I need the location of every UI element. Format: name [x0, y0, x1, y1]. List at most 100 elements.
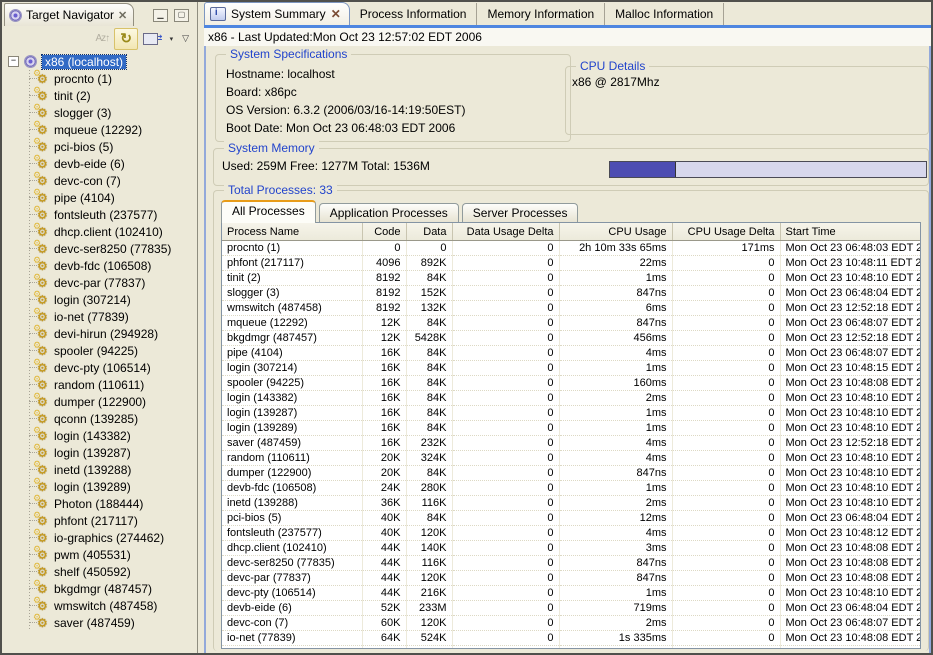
table-row[interactable]: wmswitch (487458) 8192 132K 0 6ms 0 Mon … [222, 301, 921, 316]
col-data-usage-delta[interactable]: Data Usage Delta [452, 223, 559, 241]
tree-item[interactable]: dhcp.client (102410) [20, 223, 197, 240]
cell-cpu-usage-delta: 0 [672, 376, 780, 391]
maximize-icon[interactable]: ▢ [174, 9, 189, 22]
table-row[interactable]: bkgdmgr (487457) 12K 5428K 0 456ms 0 Mon… [222, 331, 921, 346]
tree-item[interactable]: devc-con (7) [20, 172, 197, 189]
col-code[interactable]: Code [362, 223, 406, 241]
tree-item[interactable]: pipe (4104) [20, 189, 197, 206]
table-row[interactable]: dhcp.client (102410) 44K 140K 0 3ms 0 Mo… [222, 541, 921, 556]
tree-item[interactable]: slogger (3) [20, 104, 197, 121]
table-row[interactable]: devc-ser8250 (77835) 44K 116K 0 847ns 0 … [222, 556, 921, 571]
close-tab-icon[interactable]: ✕ [331, 7, 341, 21]
table-row[interactable]: dumper (122900) 20K 84K 0 847ns 0 Mon Oc… [222, 466, 921, 481]
tree-item[interactable]: spooler (94225) [20, 342, 197, 359]
table-row[interactable]: login (139289) 16K 84K 0 1ms 0 Mon Oct 2… [222, 421, 921, 436]
close-view-icon[interactable]: ✕ [118, 9, 127, 22]
table-row[interactable]: phfont (217117) 4096 892K 0 22ms 0 Mon O… [222, 256, 921, 271]
table-row[interactable]: procnto (1) 0 0 0 2h 10m 33s 65ms 171ms … [222, 241, 921, 256]
view-menu-icon[interactable]: ▽ [182, 33, 189, 44]
table-row[interactable]: devb-eide (6) 52K 233M 0 719ms 0 Mon Oct… [222, 601, 921, 616]
target-navigator-tab[interactable]: Target Navigator ✕ [4, 3, 134, 26]
table-row[interactable]: login (307214) 16K 84K 0 1ms 0 Mon Oct 2… [222, 361, 921, 376]
col-process-name[interactable]: Process Name [222, 223, 362, 241]
table-row[interactable]: pipe (4104) 16K 84K 0 4ms 0 Mon Oct 23 0… [222, 346, 921, 361]
table-row[interactable]: devc-pty (106514) 44K 216K 0 1ms 0 Mon O… [222, 586, 921, 601]
table-row[interactable]: inetd (139288) 36K 116K 0 2ms 0 Mon Oct … [222, 496, 921, 511]
tree-item[interactable]: saver (487459) [20, 614, 197, 631]
tree-item-label: io-graphics (274462) [54, 531, 164, 545]
table-row[interactable]: fontsleuth (237577) 40K 120K 0 4ms 0 Mon… [222, 526, 921, 541]
tab-process-information[interactable]: Process Information [350, 3, 478, 25]
tree-item[interactable]: pci-bios (5) [20, 138, 197, 155]
tree-item[interactable]: random (110611) [20, 376, 197, 393]
tree-item[interactable]: mqueue (12292) [20, 121, 197, 138]
tree-item[interactable]: wmswitch (487458) [20, 597, 197, 614]
tree-item[interactable]: login (307214) [20, 291, 197, 308]
tree-item[interactable]: devb-eide (6) [20, 155, 197, 172]
tree-item[interactable]: dumper (122900) [20, 393, 197, 410]
table-row[interactable]: login (143382) 16K 84K 0 2ms 0 Mon Oct 2… [222, 391, 921, 406]
table-row[interactable]: spooler (94225) 16K 84K 0 160ms 0 Mon Oc… [222, 376, 921, 391]
tree-item[interactable]: io-net (77839) [20, 308, 197, 325]
tree-item[interactable]: login (139287) [20, 444, 197, 461]
tree-item[interactable]: pwm (405531) [20, 546, 197, 563]
table-row[interactable]: devb-fdc (106508) 24K 280K 0 1ms 0 Mon O… [222, 481, 921, 496]
col-start-time[interactable]: Start Time [780, 223, 921, 241]
tree-item[interactable]: qconn (139285) [20, 410, 197, 427]
table-row[interactable]: Photon (188444) 68K 116K 0 11ms 0 Mon Oc… [222, 646, 921, 650]
tree-item[interactable]: devc-par (77837) [20, 274, 197, 291]
connect-target-dropdown-icon[interactable]: ▾ [170, 35, 174, 43]
col-cpu-usage[interactable]: CPU Usage [559, 223, 672, 241]
collapse-icon[interactable]: − [8, 56, 19, 67]
tree-item[interactable]: Photon (188444) [20, 495, 197, 512]
tab-memory-information[interactable]: Memory Information [477, 3, 605, 25]
table-row[interactable]: saver (487459) 16K 232K 0 4ms 0 Mon Oct … [222, 436, 921, 451]
cell-data: 120K [406, 571, 452, 586]
table-row[interactable]: tinit (2) 8192 84K 0 1ms 0 Mon Oct 23 10… [222, 271, 921, 286]
tree-item[interactable]: fontsleuth (237577) [20, 206, 197, 223]
cell-cpu-usage: 4ms [559, 436, 672, 451]
cell-cpu-usage-delta: 0 [672, 616, 780, 631]
tree-item[interactable]: tinit (2) [20, 87, 197, 104]
table-row[interactable]: devc-par (77837) 44K 120K 0 847ns 0 Mon … [222, 571, 921, 586]
memory-usage-bar [609, 161, 927, 178]
tree-item[interactable]: devi-hirun (294928) [20, 325, 197, 342]
table-row[interactable]: io-net (77839) 64K 524K 0 1s 335ms 0 Mon… [222, 631, 921, 646]
tab-malloc-information[interactable]: Malloc Information [605, 3, 724, 25]
editor-area: System Summary ✕ Process Information Mem… [204, 2, 931, 653]
subtab-all-processes[interactable]: All Processes [221, 200, 316, 223]
cell-process-name: devc-ser8250 (77835) [222, 556, 362, 571]
table-row[interactable]: pci-bios (5) 40K 84K 0 12ms 0 Mon Oct 23… [222, 511, 921, 526]
tree-item[interactable]: bkgdmgr (487457) [20, 580, 197, 597]
cell-code: 16K [362, 436, 406, 451]
tree-item[interactable]: phfont (217117) [20, 512, 197, 529]
cell-cpu-usage: 847ns [559, 286, 672, 301]
tree-item[interactable]: devb-fdc (106508) [20, 257, 197, 274]
table-row[interactable]: slogger (3) 8192 152K 0 847ns 0 Mon Oct … [222, 286, 921, 301]
tab-system-summary[interactable]: System Summary ✕ [204, 2, 350, 25]
cell-cpu-usage-delta: 0 [672, 466, 780, 481]
tree-item[interactable]: devc-pty (106514) [20, 359, 197, 376]
tree-item[interactable]: io-graphics (274462) [20, 529, 197, 546]
subtab-application-processes[interactable]: Application Processes [319, 203, 459, 223]
col-cpu-usage-delta[interactable]: CPU Usage Delta [672, 223, 780, 241]
tree-item[interactable]: inetd (139288) [20, 461, 197, 478]
table-row[interactable]: devc-con (7) 60K 120K 0 2ms 0 Mon Oct 23… [222, 616, 921, 631]
tree-item[interactable]: login (139289) [20, 478, 197, 495]
minimize-icon[interactable]: ▁ [153, 9, 168, 22]
tree-root-label[interactable]: x86 (localhost) [42, 55, 126, 69]
tree-item[interactable]: login (143382) [20, 427, 197, 444]
cell-cpu-usage: 1ms [559, 406, 672, 421]
col-data[interactable]: Data [406, 223, 452, 241]
connect-target-icon[interactable]: ⇄ [143, 33, 162, 45]
subtab-server-processes[interactable]: Server Processes [462, 203, 579, 223]
table-row[interactable]: random (110611) 20K 324K 0 4ms 0 Mon Oct… [222, 451, 921, 466]
tree-item[interactable]: procnto (1) [20, 70, 197, 87]
table-row[interactable]: mqueue (12292) 12K 84K 0 847ns 0 Mon Oct… [222, 316, 921, 331]
table-row[interactable]: login (139287) 16K 84K 0 1ms 0 Mon Oct 2… [222, 406, 921, 421]
sort-icon[interactable]: Az↑ [96, 33, 110, 44]
cell-cpu-usage-delta: 171ms [672, 241, 780, 256]
tree-item[interactable]: shelf (450592) [20, 563, 197, 580]
refresh-icon[interactable]: ↻ [114, 28, 138, 50]
tree-item[interactable]: devc-ser8250 (77835) [20, 240, 197, 257]
